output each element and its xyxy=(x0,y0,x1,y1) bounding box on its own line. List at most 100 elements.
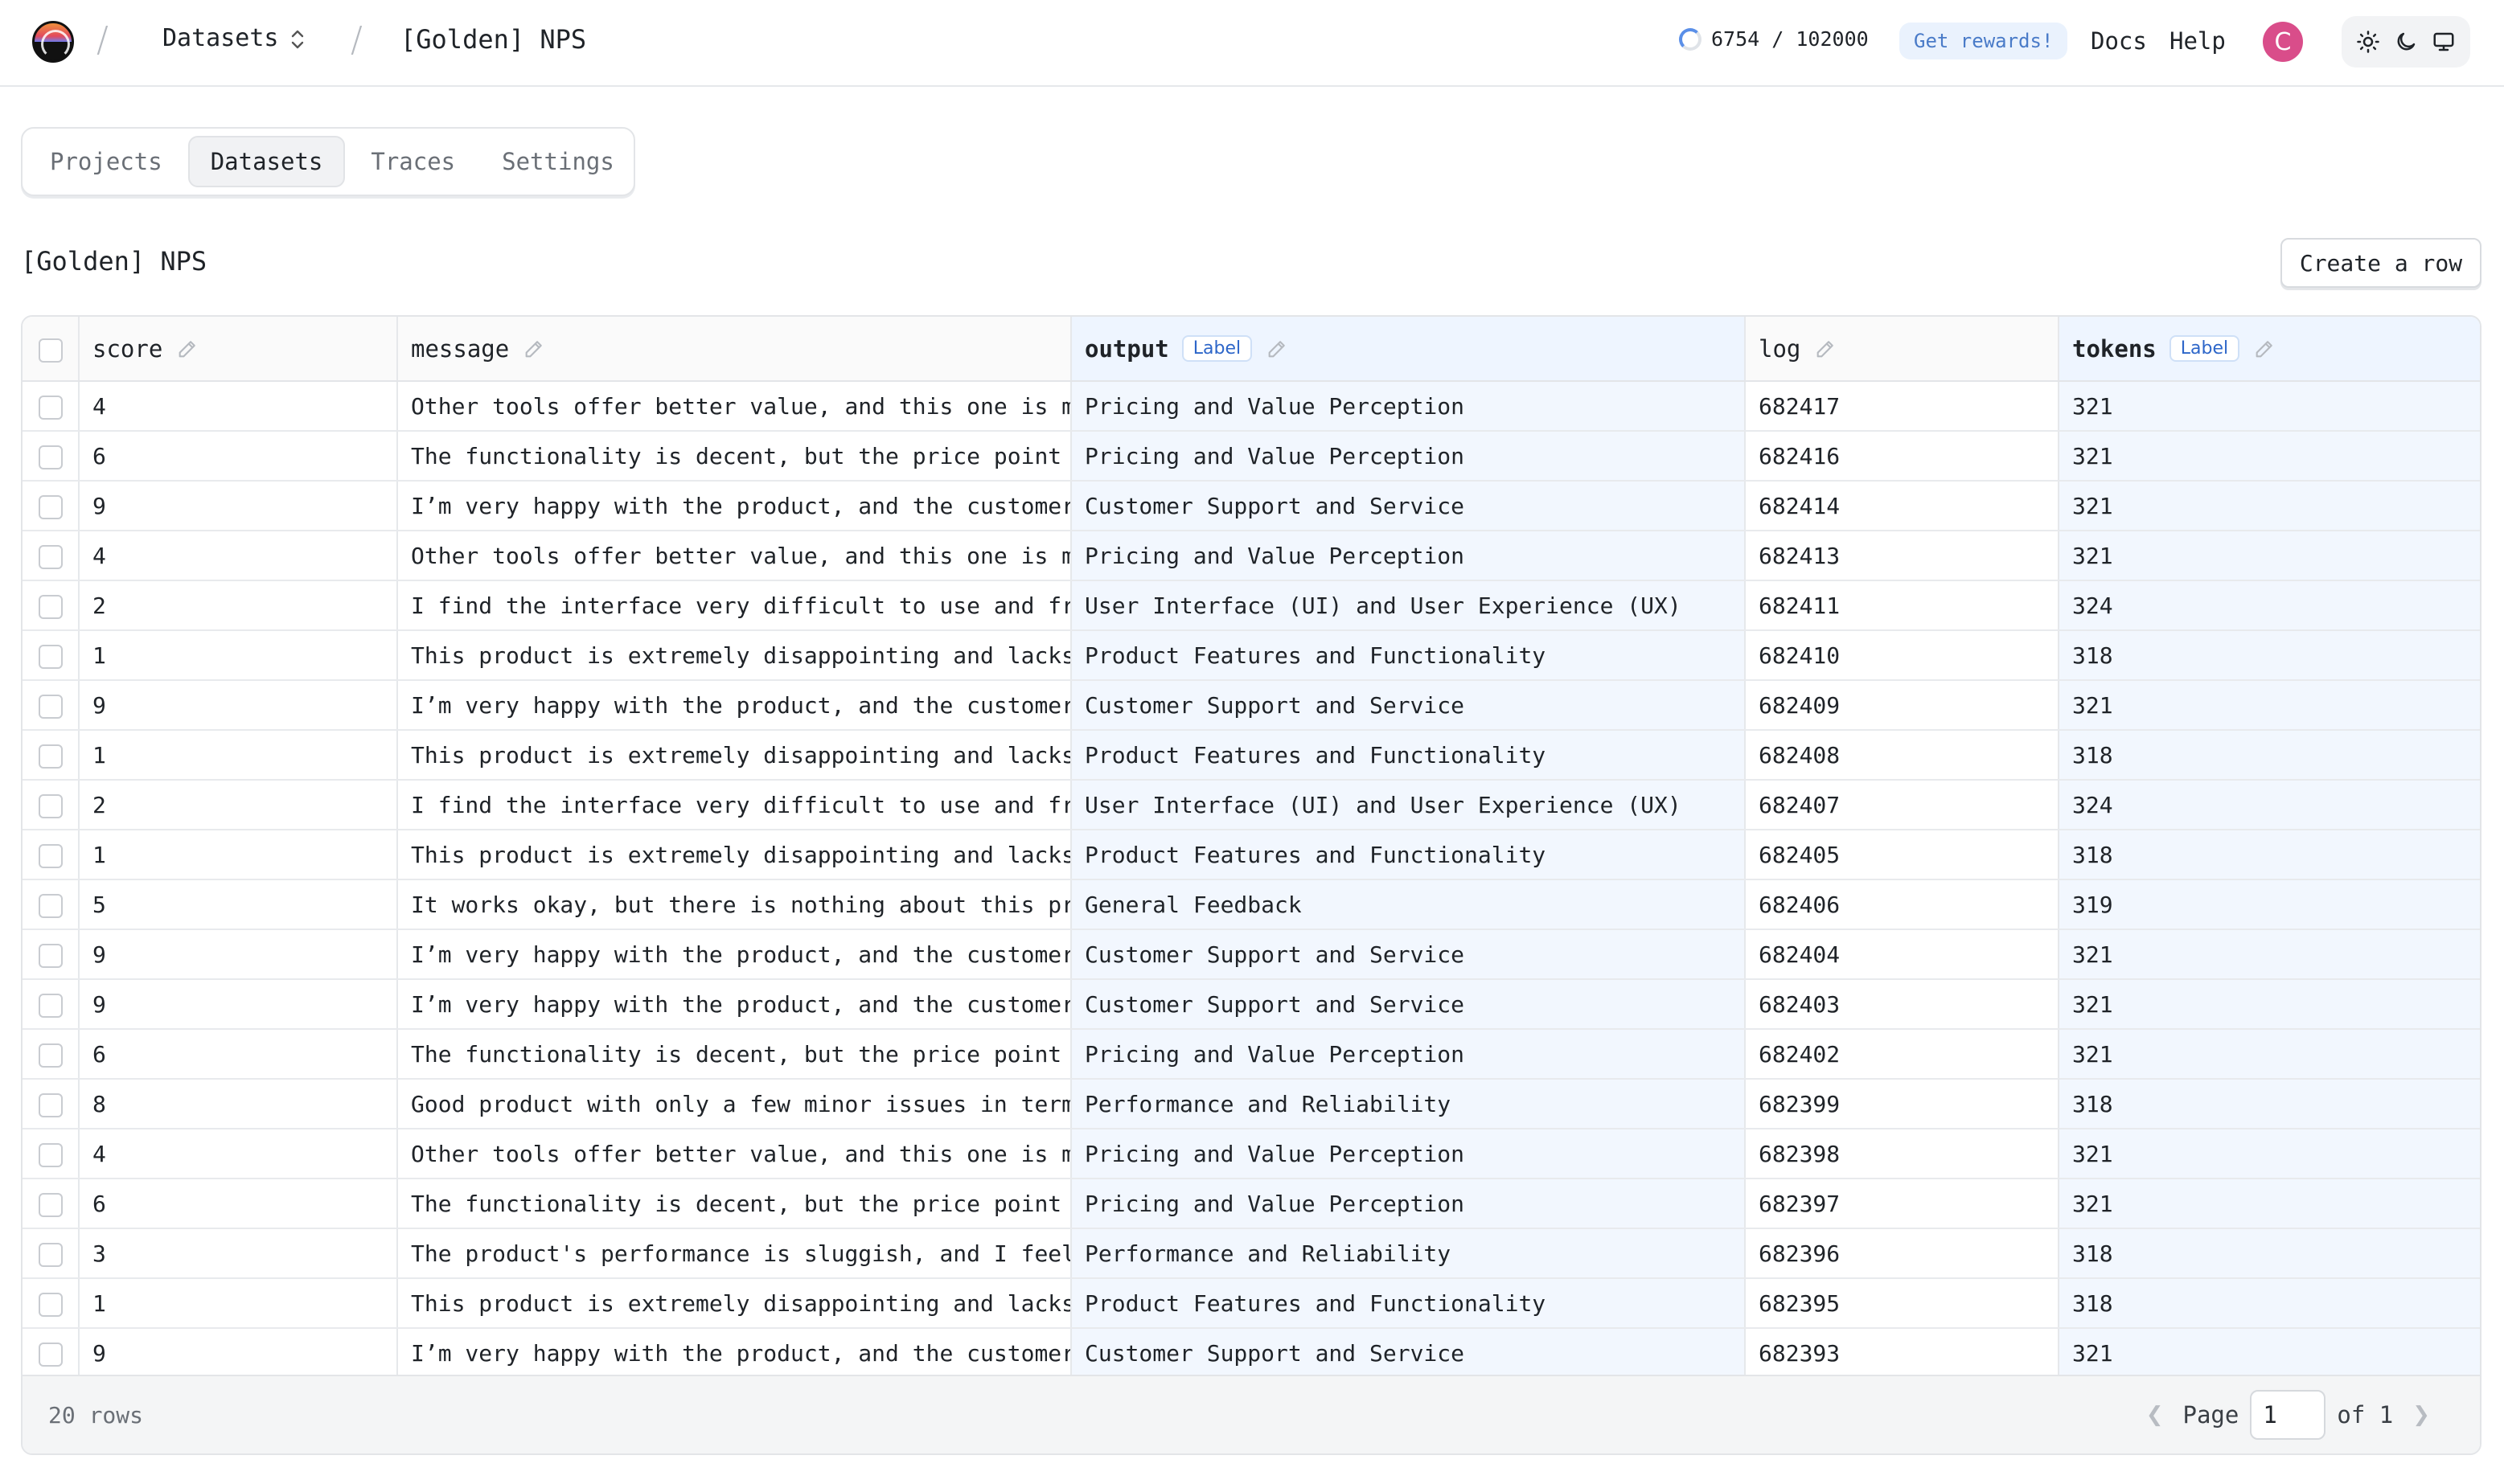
create-row-button[interactable]: Create a row xyxy=(2280,238,2481,288)
cell-log[interactable]: 682417 xyxy=(1745,381,2059,432)
chevron-right-icon[interactable]: ❯ xyxy=(2404,1403,2438,1427)
cell-message[interactable]: I find the interface very difficult to u… xyxy=(397,580,1072,631)
cell-score[interactable]: 9 xyxy=(79,680,398,731)
row-checkbox[interactable] xyxy=(38,993,63,1018)
get-rewards-button[interactable]: Get rewards! xyxy=(1899,23,2068,59)
monitor-icon[interactable] xyxy=(2428,26,2460,58)
cell-tokens[interactable]: 321 xyxy=(2059,979,2480,1030)
cell-log[interactable]: 682409 xyxy=(1745,680,2059,731)
cell-log[interactable]: 682405 xyxy=(1745,830,2059,880)
cell-score[interactable]: 1 xyxy=(79,730,398,781)
table-row[interactable]: 6 The functionality is decent, but the pr… xyxy=(23,1029,2480,1080)
pencil-icon[interactable] xyxy=(522,337,546,361)
cell-output[interactable]: Customer Support and Service xyxy=(1071,680,1746,731)
row-checkbox[interactable] xyxy=(38,1093,63,1117)
pencil-icon[interactable] xyxy=(1265,337,1289,361)
cell-log[interactable]: 682416 xyxy=(1745,431,2059,482)
cell-output[interactable]: Customer Support and Service xyxy=(1071,929,1746,980)
cell-log[interactable]: 682404 xyxy=(1745,929,2059,980)
cell-score[interactable]: 2 xyxy=(79,580,398,631)
cell-log[interactable]: 682402 xyxy=(1745,1029,2059,1080)
cell-message[interactable]: I find the interface very difficult to u… xyxy=(397,780,1072,830)
row-checkbox[interactable] xyxy=(38,544,63,569)
cell-tokens[interactable]: 321 xyxy=(2059,481,2480,531)
table-row[interactable]: 1 This product is extremely disappointing… xyxy=(23,730,2480,781)
cell-score[interactable]: 1 xyxy=(79,830,398,880)
cell-score[interactable]: 6 xyxy=(79,1179,398,1229)
cell-output[interactable]: User Interface (UI) and User Experience … xyxy=(1071,780,1746,830)
table-row[interactable]: 9 I’m very happy with the product, and th… xyxy=(23,929,2480,980)
row-checkbox[interactable] xyxy=(38,893,63,918)
row-checkbox[interactable] xyxy=(38,943,63,968)
chevron-left-icon[interactable]: ❮ xyxy=(2138,1403,2172,1427)
cell-message[interactable]: The functionality is decent, but the pri… xyxy=(397,1029,1072,1080)
sun-icon[interactable] xyxy=(2352,26,2384,58)
cell-log[interactable]: 682406 xyxy=(1745,879,2059,930)
cell-score[interactable]: 6 xyxy=(79,431,398,482)
cell-output[interactable]: Pricing and Value Perception xyxy=(1071,1179,1746,1229)
cell-score[interactable]: 9 xyxy=(79,979,398,1030)
row-checkbox[interactable] xyxy=(38,1192,63,1217)
table-row[interactable]: 2I find the interface very difficult to … xyxy=(23,780,2480,830)
cell-score[interactable]: 4 xyxy=(79,381,398,432)
cell-tokens[interactable]: 321 xyxy=(2059,531,2480,581)
cell-message[interactable]: This product is extremely disappointing … xyxy=(397,830,1072,880)
cell-tokens[interactable]: 321 xyxy=(2059,1179,2480,1229)
cell-log[interactable]: 682399 xyxy=(1745,1079,2059,1129)
cell-log[interactable]: 682397 xyxy=(1745,1179,2059,1229)
cell-output[interactable]: Pricing and Value Perception xyxy=(1071,1129,1746,1179)
cell-tokens[interactable]: 324 xyxy=(2059,780,2480,830)
row-checkbox[interactable] xyxy=(38,594,63,619)
cell-score[interactable]: 8 xyxy=(79,1079,398,1129)
cell-tokens[interactable]: 318 xyxy=(2059,630,2480,681)
cell-tokens[interactable]: 321 xyxy=(2059,1129,2480,1179)
cell-log[interactable]: 682395 xyxy=(1745,1278,2059,1329)
tab-settings[interactable]: Settings xyxy=(481,136,635,187)
row-checkbox[interactable] xyxy=(38,1242,63,1267)
cell-output[interactable]: Product Features and Functionality xyxy=(1071,730,1746,781)
cell-tokens[interactable]: 321 xyxy=(2059,381,2480,432)
select-all-checkbox[interactable] xyxy=(38,338,63,363)
cell-score[interactable]: 1 xyxy=(79,630,398,681)
cell-output[interactable]: General Feedback xyxy=(1071,879,1746,930)
table-row[interactable]: 9 I’m very happy with the product, and th… xyxy=(23,481,2480,531)
tab-datasets[interactable]: Datasets xyxy=(187,136,346,187)
table-row[interactable]: 2I find the interface very difficult to … xyxy=(23,580,2480,631)
cell-message[interactable]: The product's performance is sluggish, a… xyxy=(397,1228,1072,1279)
breadcrumb-datasets[interactable]: Datasets xyxy=(162,24,305,52)
row-checkbox[interactable] xyxy=(38,793,63,818)
cell-output[interactable]: Pricing and Value Perception xyxy=(1071,381,1746,432)
table-row[interactable]: 1 This product is extremely disappointing… xyxy=(23,630,2480,681)
cell-output[interactable]: Pricing and Value Perception xyxy=(1071,431,1746,482)
cell-tokens[interactable]: 319 xyxy=(2059,879,2480,930)
cell-score[interactable]: 4 xyxy=(79,1129,398,1179)
table-row[interactable]: 6 The functionality is decent, but the pr… xyxy=(23,431,2480,482)
cell-output[interactable]: Performance and Reliability xyxy=(1071,1079,1746,1129)
cell-message[interactable]: I’m very happy with the product, and the… xyxy=(397,979,1072,1030)
page-number-input[interactable] xyxy=(2250,1390,2326,1440)
cell-message[interactable]: I’m very happy with the product, and the… xyxy=(397,1328,1072,1379)
cell-log[interactable]: 682413 xyxy=(1745,531,2059,581)
cell-message[interactable]: I’m very happy with the product, and the… xyxy=(397,929,1072,980)
cell-message[interactable]: I’m very happy with the product, and the… xyxy=(397,481,1072,531)
cell-tokens[interactable]: 321 xyxy=(2059,431,2480,482)
cell-score[interactable]: 9 xyxy=(79,1328,398,1379)
cell-log[interactable]: 682407 xyxy=(1745,780,2059,830)
cell-message[interactable]: Other tools offer better value, and this… xyxy=(397,531,1072,581)
table-row[interactable]: 5 It works okay, but there is nothing abo… xyxy=(23,879,2480,930)
cell-score[interactable]: 1 xyxy=(79,1278,398,1329)
row-checkbox[interactable] xyxy=(38,1142,63,1167)
cell-tokens[interactable]: 321 xyxy=(2059,1029,2480,1080)
row-checkbox[interactable] xyxy=(38,744,63,769)
row-checkbox[interactable] xyxy=(38,1292,63,1317)
row-checkbox[interactable] xyxy=(38,494,63,519)
cell-output[interactable]: Product Features and Functionality xyxy=(1071,1278,1746,1329)
cell-score[interactable]: 5 xyxy=(79,879,398,930)
cell-message[interactable]: This product is extremely disappointing … xyxy=(397,730,1072,781)
cell-tokens[interactable]: 318 xyxy=(2059,1228,2480,1279)
cell-score[interactable]: 9 xyxy=(79,481,398,531)
pencil-icon[interactable] xyxy=(1813,337,1837,361)
cell-message[interactable]: The functionality is decent, but the pri… xyxy=(397,431,1072,482)
table-row[interactable]: 6 The functionality is decent, but the pr… xyxy=(23,1179,2480,1229)
cell-score[interactable]: 3 xyxy=(79,1228,398,1279)
